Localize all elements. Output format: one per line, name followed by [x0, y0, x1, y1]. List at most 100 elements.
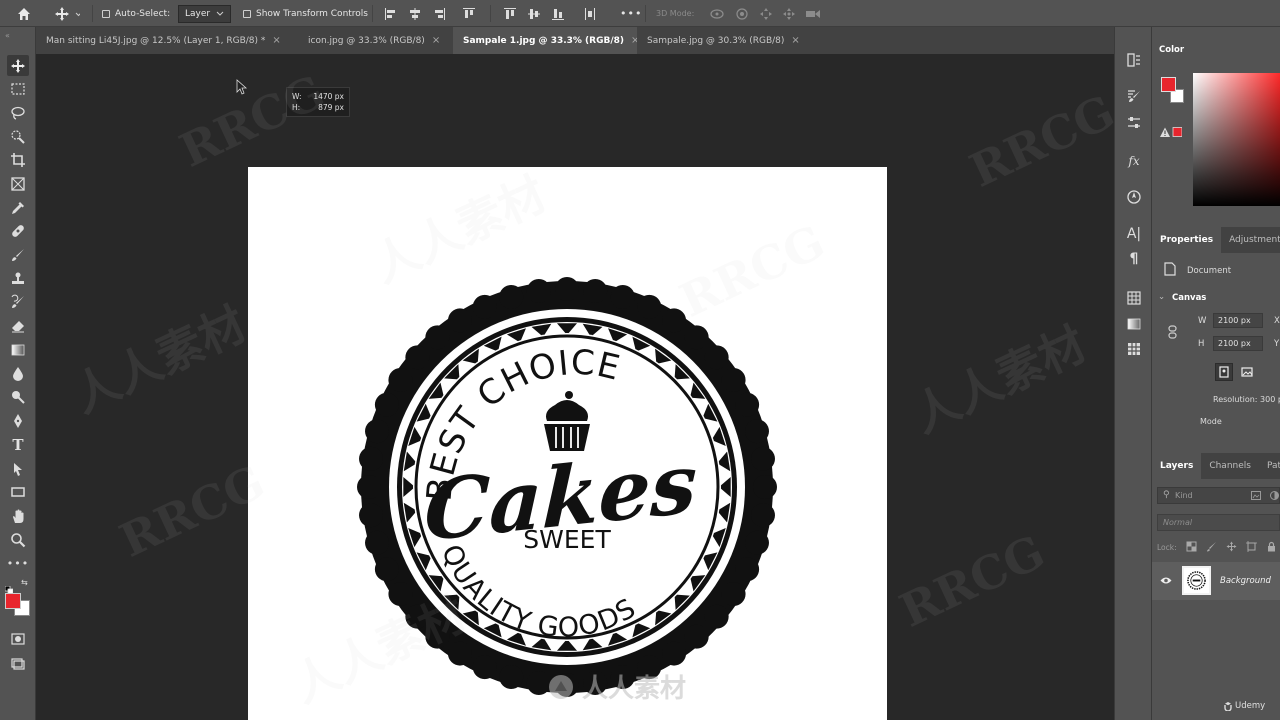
- quick-mask-icon[interactable]: [7, 628, 29, 649]
- quick-selection-tool-icon[interactable]: [7, 126, 29, 147]
- tab-sampale[interactable]: Sampale.jpg @ 30.3% (RGB/8) ×: [637, 27, 812, 54]
- edit-toolbar-icon[interactable]: •••: [7, 553, 29, 574]
- tab-properties[interactable]: Properties: [1152, 227, 1222, 253]
- adjustment-sliders-icon[interactable]: [1124, 113, 1144, 133]
- 3d-scale-icon[interactable]: [805, 0, 821, 27]
- brush-settings-icon[interactable]: [1124, 86, 1144, 106]
- home-icon[interactable]: [16, 0, 32, 27]
- layer-row-background[interactable]: Background: [1152, 562, 1280, 600]
- color-picker-field[interactable]: [1193, 73, 1280, 206]
- image-filter-icon[interactable]: [1251, 491, 1261, 500]
- warning-icon[interactable]: [1160, 123, 1183, 142]
- badge-scallop: [684, 325, 709, 350]
- layer-filter-bar[interactable]: ⚲ Kind: [1157, 487, 1280, 504]
- color-panel-foreground-swatch[interactable]: [1161, 77, 1176, 92]
- history-brush-tool-icon[interactable]: [7, 291, 29, 312]
- visibility-eye-icon[interactable]: [1160, 576, 1172, 585]
- swatches-panel-icon[interactable]: [1124, 288, 1144, 308]
- tab-paths[interactable]: Paths: [1259, 453, 1280, 479]
- eraser-tool-icon[interactable]: [7, 315, 29, 336]
- separator: [92, 5, 93, 22]
- canvas-area[interactable]: W: 1470 px H: 879 px BEST CHOICE QUALITY…: [36, 54, 1114, 720]
- close-icon[interactable]: ×: [432, 35, 440, 46]
- dodge-tool-icon[interactable]: [7, 386, 29, 407]
- type-tool-icon[interactable]: T: [7, 434, 29, 455]
- adjustment-filter-icon[interactable]: [1270, 491, 1279, 500]
- portrait-orientation-button[interactable]: [1215, 363, 1233, 381]
- styles-fx-icon[interactable]: fx: [1124, 151, 1144, 171]
- document-canvas[interactable]: BEST CHOICE QUALITY GOODS Cakes SWEET: [248, 167, 887, 720]
- screen-mode-icon[interactable]: [7, 652, 29, 673]
- collapse-chevron-icon[interactable]: «: [5, 31, 10, 40]
- checkbox-box[interactable]: [102, 9, 110, 18]
- auto-select-target-dropdown[interactable]: Layer: [178, 0, 232, 27]
- character-panel-icon[interactable]: A|: [1124, 224, 1144, 244]
- clone-stamp-tool-icon[interactable]: [7, 268, 29, 289]
- lock-artboard-icon[interactable]: [1246, 541, 1257, 552]
- eyedropper-tool-icon[interactable]: [7, 197, 29, 218]
- align-right-icon[interactable]: [432, 0, 446, 27]
- zoom-tool-icon[interactable]: [7, 529, 29, 550]
- link-icon[interactable]: [1168, 324, 1177, 343]
- marquee-tool-icon[interactable]: [7, 78, 29, 99]
- separator: [645, 5, 646, 22]
- landscape-orientation-button[interactable]: [1238, 363, 1256, 381]
- 3d-rotate-icon[interactable]: [709, 0, 725, 27]
- tab-icon[interactable]: icon.jpg @ 33.3% (RGB/8) ×: [298, 27, 453, 54]
- distribute-horizontal-icon[interactable]: [583, 0, 597, 27]
- badge-scallop: [721, 367, 746, 392]
- more-options-button[interactable]: •••: [620, 0, 642, 27]
- lock-pixels-icon[interactable]: [1206, 541, 1217, 552]
- 3d-pan-icon[interactable]: [759, 0, 773, 27]
- tab-layers[interactable]: Layers: [1152, 453, 1202, 479]
- path-selection-tool-icon[interactable]: [7, 458, 29, 479]
- default-colors-icon[interactable]: [4, 579, 14, 595]
- healing-brush-tool-icon[interactable]: [7, 220, 29, 241]
- navigator-panel-icon[interactable]: [1124, 187, 1144, 207]
- blur-tool-icon[interactable]: [7, 363, 29, 384]
- badge-scallop: [610, 285, 635, 310]
- checkbox-box[interactable]: [243, 9, 251, 18]
- patterns-panel-icon[interactable]: [1124, 339, 1144, 359]
- tab-channels[interactable]: Channels: [1201, 453, 1259, 479]
- tab-adjustments[interactable]: Adjustments: [1221, 227, 1280, 253]
- align-center-h-icon[interactable]: [408, 0, 422, 27]
- chevron-down-icon[interactable]: ⌄: [1158, 292, 1165, 302]
- move-tool-preset-button[interactable]: [54, 0, 80, 27]
- lock-transparent-icon[interactable]: [1186, 541, 1197, 552]
- 3d-slide-icon[interactable]: [782, 0, 796, 27]
- brush-tool-icon[interactable]: [7, 244, 29, 265]
- distribute-bottom-icon[interactable]: [551, 0, 565, 27]
- badge-scallop: [405, 345, 430, 370]
- lock-position-icon[interactable]: [1226, 541, 1237, 552]
- gradient-tool-icon[interactable]: [7, 339, 29, 360]
- close-icon[interactable]: ×: [791, 35, 799, 46]
- close-icon[interactable]: ×: [272, 35, 280, 46]
- history-panel-icon[interactable]: [1124, 50, 1144, 70]
- pen-tool-icon[interactable]: [7, 410, 29, 431]
- frame-tool-icon[interactable]: [7, 173, 29, 194]
- tab-man-sitting[interactable]: Man sitting Li45J.jpg @ 12.5% (Layer 1, …: [36, 27, 298, 54]
- canvas-width-input[interactable]: 2100 px: [1213, 313, 1263, 328]
- 3d-roll-icon[interactable]: [735, 0, 749, 27]
- move-tool-icon[interactable]: [7, 55, 29, 76]
- auto-select-checkbox[interactable]: Auto-Select:: [102, 0, 170, 27]
- distribute-center-icon[interactable]: [527, 0, 541, 27]
- hand-tool-icon[interactable]: [7, 505, 29, 526]
- blend-mode-dropdown[interactable]: Normal: [1157, 514, 1280, 531]
- align-top-icon[interactable]: [462, 0, 476, 27]
- 3d-mode-label: 3D Mode:: [656, 9, 695, 18]
- show-transform-controls-checkbox[interactable]: Show Transform Controls: [243, 0, 368, 27]
- rectangle-tool-icon[interactable]: [7, 481, 29, 502]
- swap-colors-icon[interactable]: ⇆: [21, 578, 28, 587]
- distribute-top-icon[interactable]: [503, 0, 517, 27]
- align-left-icon[interactable]: [384, 0, 398, 27]
- tab-sampale-1[interactable]: Sampale 1.jpg @ 33.3% (RGB/8) ×: [453, 27, 639, 54]
- paragraph-panel-icon[interactable]: ¶: [1124, 249, 1144, 269]
- lock-all-icon[interactable]: [1266, 541, 1277, 552]
- crop-tool-icon[interactable]: [7, 149, 29, 170]
- gradients-panel-icon[interactable]: [1124, 314, 1144, 334]
- lasso-tool-icon[interactable]: [7, 102, 29, 123]
- canvas-height-input[interactable]: 2100 px: [1213, 336, 1263, 351]
- foreground-color-swatch[interactable]: [5, 593, 21, 609]
